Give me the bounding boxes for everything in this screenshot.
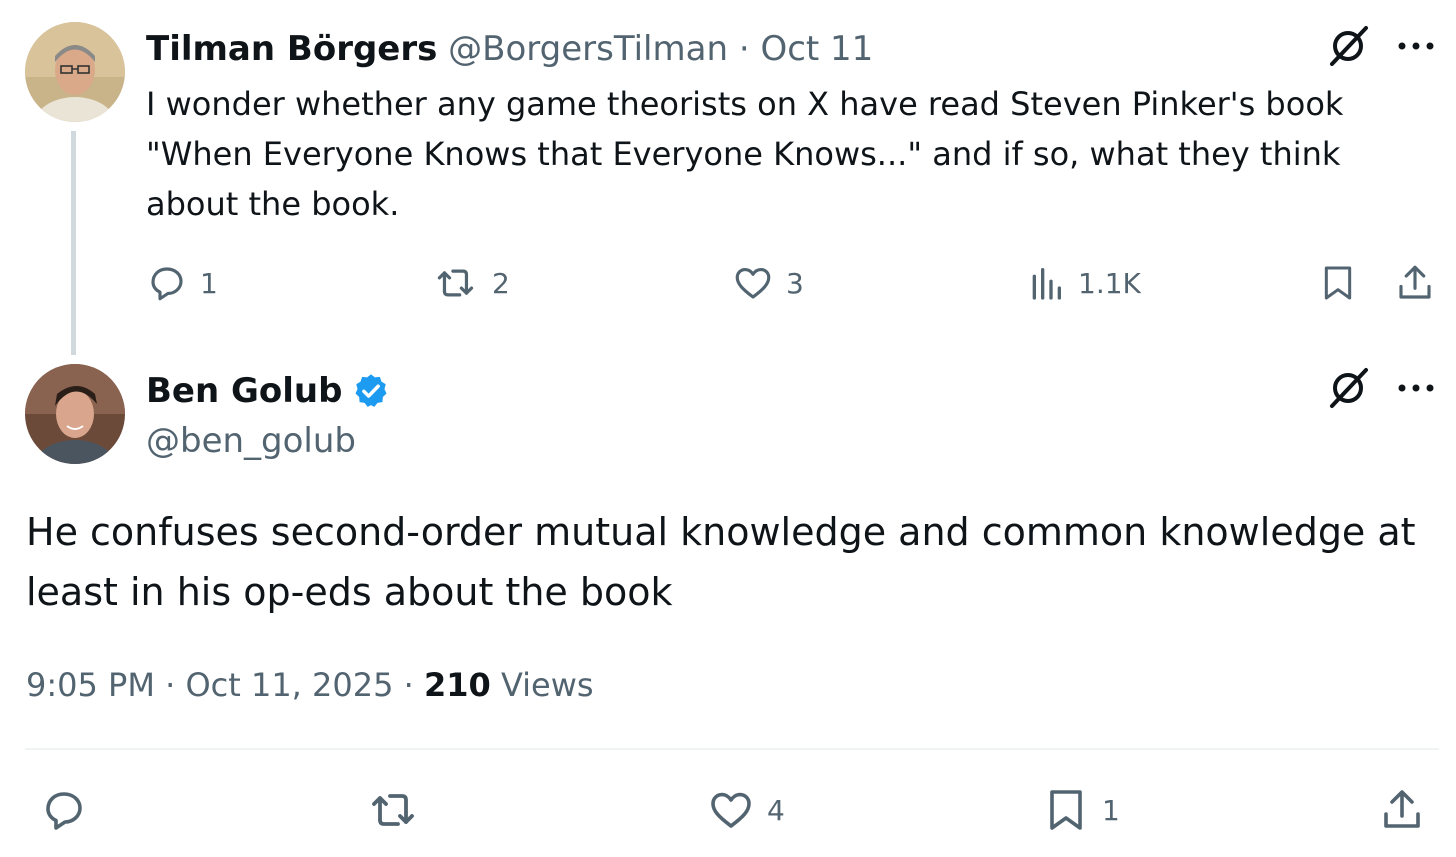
reply-button[interactable]: 1 (146, 262, 218, 304)
like-icon (707, 786, 755, 834)
bookmark-count: 1 (1102, 793, 1120, 827)
bookmark-icon[interactable] (1318, 262, 1358, 304)
avatar-ben-golub[interactable] (25, 364, 125, 464)
author-name[interactable]: Ben Golub (146, 370, 342, 412)
like-count: 4 (767, 793, 785, 827)
avatar-tilman-borgers[interactable] (25, 22, 125, 122)
repost-count: 2 (492, 266, 510, 300)
like-button[interactable]: 3 (732, 262, 804, 304)
view-count: 210 (423, 666, 491, 704)
like-button[interactable]: 4 (707, 786, 785, 834)
grok-icon[interactable] (1326, 24, 1370, 68)
more-icon[interactable] (1396, 378, 1436, 398)
author-name[interactable]: Tilman Börgers (146, 29, 437, 69)
views-button[interactable]: 1.1K (1026, 262, 1141, 304)
author-handle[interactable]: @ben_golub (146, 420, 356, 462)
reply-icon (146, 262, 188, 304)
reply-button[interactable] (40, 786, 100, 834)
author-handle[interactable]: @BorgersTilman (448, 29, 728, 69)
divider (25, 748, 1439, 750)
separator: · (165, 666, 176, 704)
views-count: 1.1K (1078, 266, 1141, 300)
more-icon[interactable] (1396, 36, 1436, 56)
repost-icon (436, 262, 480, 304)
verified-badge-icon (352, 372, 390, 410)
tweet-meta: 9:05 PM · Oct 11, 2025 · 210 Views (26, 664, 594, 706)
main-tweet-author[interactable]: Ben Golub (146, 370, 390, 412)
like-icon (732, 262, 774, 304)
tweet-date[interactable]: Oct 11, 2025 (185, 666, 393, 704)
bookmark-icon (1042, 786, 1090, 834)
parent-tweet-header: Tilman Börgers @BorgersTilman · Oct 11 (146, 28, 873, 70)
bookmark-button[interactable]: 1 (1042, 786, 1120, 834)
views-icon (1026, 262, 1066, 304)
thread-connector-line (71, 131, 76, 355)
avatar-image (25, 22, 125, 122)
like-count: 3 (786, 266, 804, 300)
avatar-image (25, 364, 125, 464)
tweet-date[interactable]: Oct 11 (760, 29, 873, 69)
views-label: Views (500, 666, 594, 704)
reply-count: 1 (200, 266, 218, 300)
repost-button[interactable] (370, 786, 434, 834)
repost-icon (370, 786, 422, 834)
separator: · (738, 29, 750, 69)
share-icon[interactable] (1378, 786, 1426, 834)
separator: · (403, 666, 414, 704)
share-icon[interactable] (1394, 262, 1436, 304)
reply-icon (40, 786, 88, 834)
tweet-time[interactable]: 9:05 PM (26, 666, 155, 704)
main-tweet-text: He confuses second-order mutual knowledg… (26, 510, 1416, 614)
grok-icon[interactable] (1326, 366, 1370, 410)
parent-tweet-text: I wonder whether any game theorists on X… (146, 85, 1344, 223)
repost-button[interactable]: 2 (436, 262, 510, 304)
